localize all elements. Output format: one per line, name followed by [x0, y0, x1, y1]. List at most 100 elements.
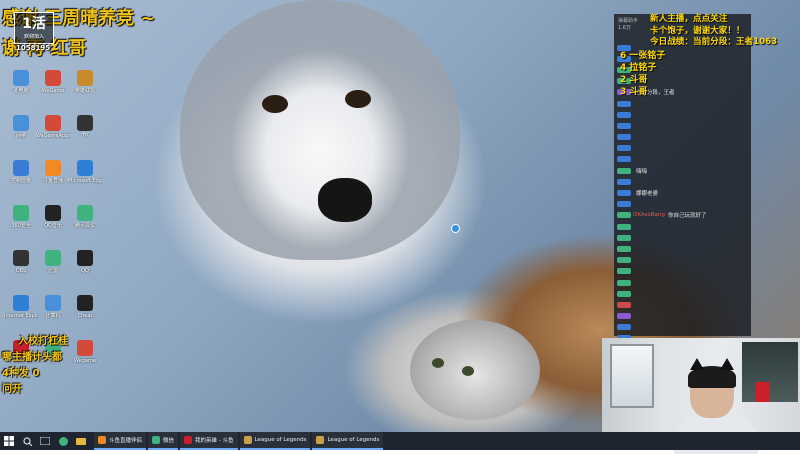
overlay-bottom-line4: 问开	[2, 384, 22, 395]
command-1: 6 一张铭子	[620, 51, 666, 61]
taskbar-app-button[interactable]: League of Legends	[312, 432, 384, 450]
desktop-icon[interactable]: Microsoft Edge	[68, 160, 102, 184]
desktop-icon-label: 网络	[15, 133, 26, 139]
desktop-icon-label: Microsoft Edge	[68, 178, 102, 184]
start-button[interactable]	[0, 432, 18, 450]
cat-ear-right-icon	[720, 358, 734, 370]
taskbar-app-label: League of Legends	[327, 437, 380, 443]
taskbar-app-label: 斗鱼直播伴侣	[109, 438, 143, 444]
desktop-icon[interactable]: 网络	[4, 115, 38, 139]
fan-badge-icon	[617, 201, 631, 208]
chat-message: 嗨嗨	[614, 165, 751, 176]
chat-text: 嗨嗨	[636, 168, 648, 175]
desktop-icon[interactable]: OBS	[4, 250, 38, 274]
desktop-icon-label: 计算机	[45, 313, 61, 319]
room-number: 1058195	[16, 44, 51, 52]
desktop-icon[interactable]: Cheat	[68, 295, 102, 319]
husky-image	[180, 0, 460, 260]
desktop-icon-label: 腾讯会议	[74, 223, 95, 229]
fan-badge-icon	[617, 245, 631, 252]
notice-line-3: 今日战绩：当前分段：王者1063	[650, 37, 778, 48]
chat-message	[614, 322, 751, 333]
search-icon[interactable]	[18, 432, 36, 450]
fan-badge-icon	[617, 122, 631, 129]
desktop-app-icon	[13, 70, 29, 86]
desktop-icon[interactable]: 腾讯会议	[68, 205, 102, 229]
fan-badge-icon	[617, 145, 631, 152]
desktop-app-icon	[45, 295, 61, 311]
desktop-icon[interactable]: 控制面板	[4, 160, 38, 184]
stream-logo-sub: 欢迎加入	[23, 34, 44, 40]
chat-message	[614, 243, 751, 254]
chat-message: OKAsoBang 你自己玩就好了	[614, 210, 751, 221]
taskbar-app-icon	[243, 436, 252, 444]
chat-message	[614, 232, 751, 243]
desktop-icon[interactable]: WeGame	[36, 70, 70, 94]
streamer-notice: 新人主播，点点关注 卡个饱子，谢谢大家！！ 今日战绩：当前分段：王者1063	[650, 14, 777, 49]
husky-left-eye	[262, 95, 288, 113]
chat-message	[614, 143, 751, 154]
desktop-icon[interactable]: 360安全	[4, 205, 38, 229]
chat-message	[614, 221, 751, 232]
mouse-cursor-icon	[451, 224, 460, 233]
desktop-icon[interactable]: 计算机	[36, 295, 70, 319]
browser-pinned-icon[interactable]	[54, 432, 72, 450]
chat-text: 娜娜老婆	[636, 191, 659, 198]
chat-header-title: 弹幕助手	[618, 18, 639, 24]
desktop-icon[interactable]: TP	[68, 115, 102, 139]
chat-message	[614, 288, 751, 299]
desktop-icon[interactable]: 斗鱼直播	[36, 160, 70, 184]
desktop-icon-label: TP	[81, 133, 89, 139]
desktop-icon-label: Wegame	[74, 358, 96, 364]
desktop-icon[interactable]: Internet Explorer	[4, 295, 38, 319]
taskbar-app-button[interactable]: League of Legends	[239, 432, 311, 450]
notice-line-2: 卡个饱子，谢谢大家！！	[650, 25, 745, 36]
desktop-icon[interactable]: Wegame	[68, 340, 102, 364]
taskbar-app-label: 我的英雄 - 斗鱼	[195, 438, 234, 444]
desktop-icon[interactable]: QQ音乐	[36, 205, 70, 229]
desktop-icon[interactable]: 英雄联盟	[68, 70, 102, 94]
desktop-icon[interactable]: 迅雷	[36, 250, 70, 274]
command-2: 4 拉铭子	[620, 63, 657, 73]
desktop-icon[interactable]: 此电脑	[4, 70, 38, 94]
chat-viewer-count: 1.6万	[618, 25, 631, 31]
chat-message	[614, 109, 751, 120]
chat-message	[614, 132, 751, 143]
fan-badge-icon	[617, 223, 631, 230]
desktop-app-icon	[45, 70, 61, 86]
taskbar-app-button[interactable]: 我的英雄 - 斗鱼	[180, 432, 238, 450]
fan-badge-icon	[617, 257, 631, 264]
taskbar-app-button[interactable]: 斗鱼直播伴侣	[94, 432, 147, 450]
desktop-app-icon	[13, 115, 29, 131]
fan-badge-icon	[617, 190, 631, 197]
fan-badge-icon	[617, 234, 631, 241]
taskbar-app-icon	[184, 436, 193, 444]
fan-badge-icon	[617, 100, 631, 107]
desktop-icon-label: WeGame	[41, 88, 65, 94]
kitten-left-eye	[432, 358, 444, 368]
chat-commands: 6 一张铭子 4 拉铭子 2 斗哥 3 斗哥	[620, 50, 665, 98]
desktop-icon[interactable]: QQ	[68, 250, 102, 274]
fan-badge-icon	[617, 301, 631, 308]
chat-message	[614, 277, 751, 288]
desktop-app-icon	[77, 295, 93, 311]
fan-badge-icon	[617, 134, 631, 141]
fan-badge-icon	[617, 324, 631, 331]
desktop-app-icon	[77, 205, 93, 221]
taskbar-app-button[interactable]: 微信	[148, 432, 179, 450]
desktop-app-icon	[77, 115, 93, 131]
folder-pinned-icon[interactable]	[72, 432, 90, 450]
desktop-icon[interactable]: WeGameApps	[36, 115, 70, 139]
chat-message	[614, 299, 751, 310]
chat-message	[614, 255, 751, 266]
desktop-app-icon	[77, 340, 93, 356]
chat-message	[614, 98, 751, 109]
fan-badge-icon	[617, 212, 631, 219]
chat-username[interactable]: OKAsoBang	[633, 212, 665, 218]
task-view-icon[interactable]	[36, 432, 54, 450]
fan-badge-icon	[617, 111, 631, 118]
overlay-bottom-line3: 4种发 0	[2, 368, 40, 379]
chat-message	[614, 154, 751, 165]
fan-badge-icon	[617, 279, 631, 286]
taskbar-app-label: League of Legends	[254, 437, 307, 443]
